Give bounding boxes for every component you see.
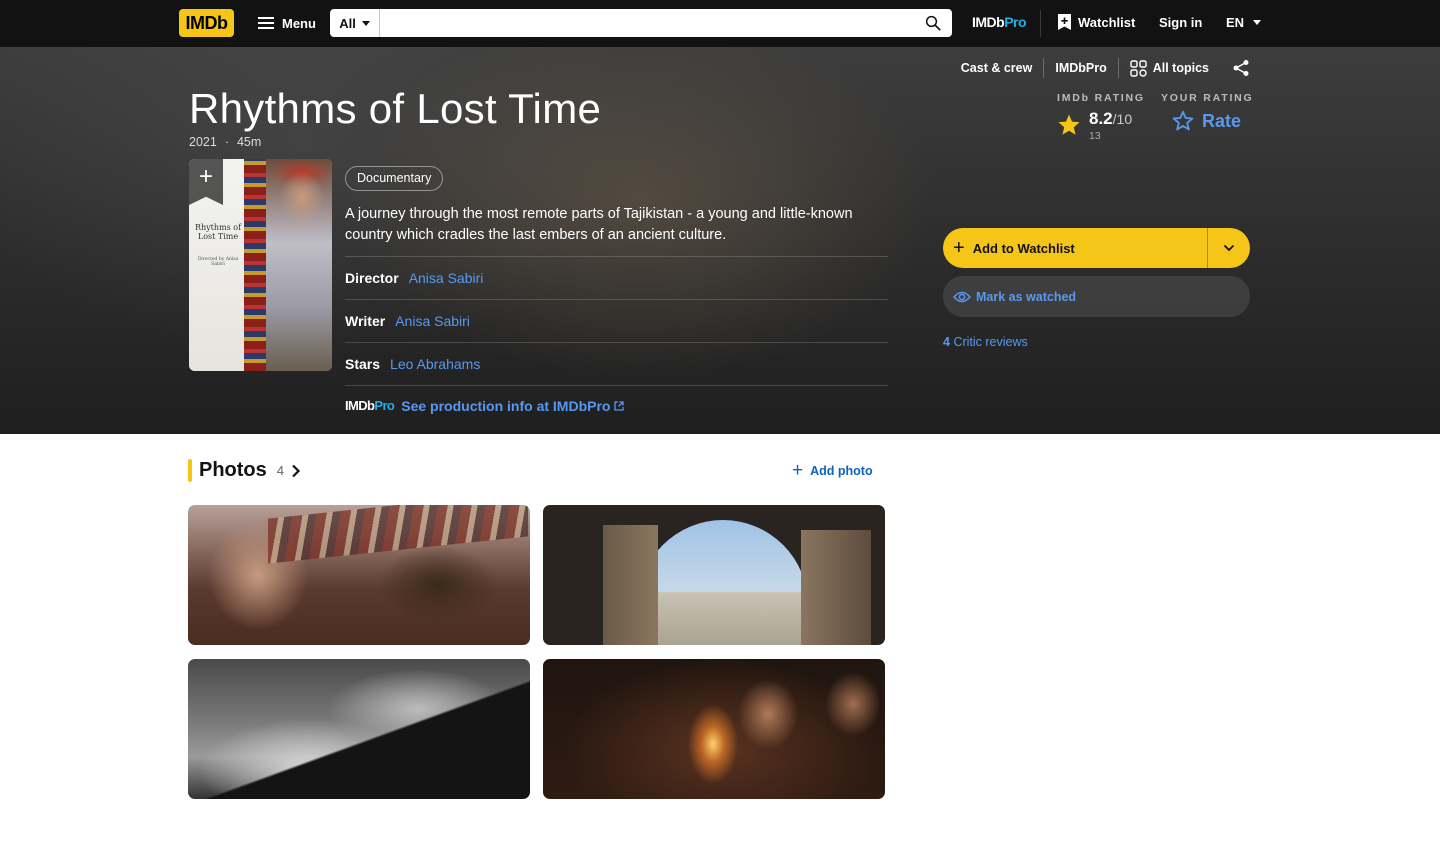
imdbpro-nav-a: IMDb: [972, 14, 1005, 30]
rate-label: Rate: [1202, 110, 1242, 131]
search-input[interactable]: [384, 11, 914, 35]
photos-title: Photos: [199, 459, 267, 481]
imdb-logo[interactable]: IMDb: [179, 9, 234, 37]
photo-thumbnail[interactable]: [543, 659, 885, 799]
external-link-icon: [614, 400, 625, 411]
add-to-watchlist-button[interactable]: + Add to Watchlist: [943, 228, 1208, 268]
sign-in-link[interactable]: Sign in: [1159, 15, 1202, 30]
photo-archway: [638, 520, 808, 645]
title-meta: 2021 · 45m: [189, 135, 261, 149]
caret-down-icon: [361, 20, 370, 26]
photos-count: 4: [276, 463, 285, 478]
title-hero: Cast & crew IMDbPro All topics Rhythms o…: [0, 47, 1440, 434]
caret-down-icon: [1253, 20, 1262, 25]
chevron-right-icon: [292, 464, 301, 477]
your-rating: YOUR RATING Rate: [1161, 92, 1254, 131]
add-photo-button[interactable]: + Add photo: [792, 460, 873, 481]
imdbpro-nav-b: Pro: [1004, 14, 1027, 30]
add-photo-label: Add photo: [810, 464, 873, 478]
imdbpro-link[interactable]: IMDbPro: [1044, 58, 1119, 78]
runtime: 45m: [236, 135, 262, 149]
photo-thumbnail[interactable]: [188, 659, 530, 799]
hamburger-icon: [258, 17, 274, 29]
imdbpro-logo: IMDbPro: [345, 398, 395, 413]
imdb-rating-label: IMDb RATING: [1057, 92, 1145, 104]
imdbpro-logo-a: IMDb: [345, 398, 375, 413]
all-topics-link[interactable]: All topics: [1119, 58, 1220, 78]
rating-scale: /10: [1112, 111, 1133, 127]
credit-row-writer: Writer Anisa Sabiri: [345, 299, 888, 342]
production-info-link[interactable]: See production info at IMDbPro: [401, 397, 625, 414]
star-outline-icon: [1172, 110, 1194, 131]
add-to-watchlist-label: Add to Watchlist: [972, 240, 1075, 256]
share-icon[interactable]: [1232, 59, 1250, 77]
top-nav: IMDb Menu All IMDbPro Watchlist Sign in …: [0, 0, 1440, 47]
grid-icon: [1130, 59, 1147, 77]
chevron-down-icon: [1223, 244, 1235, 252]
all-topics-label: All topics: [1152, 61, 1209, 75]
cast-crew-link[interactable]: Cast & crew: [950, 58, 1045, 78]
rating-count: 13: [1089, 130, 1101, 142]
credit-label: Stars: [345, 356, 381, 372]
photo-thumbnail[interactable]: [188, 505, 530, 645]
critic-label: Critic reviews: [953, 335, 1028, 349]
genre-chip[interactable]: Documentary: [345, 166, 444, 191]
release-year[interactable]: 2021: [189, 135, 217, 149]
writer-link[interactable]: Anisa Sabiri: [395, 313, 470, 329]
imdb-rating[interactable]: IMDb RATING 8.2/10 13: [1057, 92, 1145, 142]
bookmark-plus-icon: [1058, 14, 1071, 30]
watchlist-label: Watchlist: [1078, 14, 1136, 30]
section-accent-bar: [188, 459, 192, 482]
imdbpro-logo-b: Pro: [374, 398, 395, 413]
title-subnav: Cast & crew IMDbPro All topics: [950, 58, 1250, 78]
rating-value: 8.2: [1089, 109, 1113, 128]
star-icon: [1058, 114, 1080, 135]
poster-portrait: [266, 159, 332, 371]
photo-door: [603, 525, 658, 645]
search-category-select[interactable]: All: [330, 9, 380, 37]
credit-row-stars: Stars Leo Abrahams: [345, 342, 888, 385]
watchlist-options-button[interactable]: [1208, 228, 1250, 268]
add-to-watchlist-group: + Add to Watchlist: [943, 228, 1250, 268]
production-info-label: See production info at IMDbPro: [401, 397, 611, 414]
imdb-rating-score: 8.2/10 13: [1057, 109, 1132, 142]
search-bar: All: [330, 9, 952, 37]
principal-credits: Director Anisa Sabiri Writer Anisa Sabir…: [345, 256, 888, 425]
credit-label: Writer: [345, 313, 386, 329]
nav-divider: [1040, 10, 1041, 37]
poster-credit-text: Directed by Anisa Sabiri: [197, 257, 239, 267]
watchlist-button[interactable]: Watchlist: [1058, 14, 1135, 30]
menu-button[interactable]: Menu: [252, 10, 322, 36]
photo-door: [801, 530, 871, 645]
star-link[interactable]: Leo Abrahams: [390, 356, 480, 372]
director-link[interactable]: Anisa Sabiri: [409, 270, 484, 286]
credit-row-director: Director Anisa Sabiri: [345, 256, 888, 299]
critic-count: 4: [943, 335, 950, 349]
search-category-label: All: [339, 15, 356, 31]
eye-icon: [953, 291, 971, 302]
plot-summary: A journey through the most remote parts …: [345, 206, 853, 243]
your-rating-label: YOUR RATING: [1161, 92, 1254, 104]
mark-as-watched-label: Mark as watched: [976, 289, 1077, 304]
page-title: Rhythms of Lost Time: [189, 85, 602, 132]
photos-header[interactable]: Photos 4: [188, 459, 301, 482]
credit-label: Director: [345, 270, 399, 286]
poster-title-text: Rhythms of Lost Time: [194, 223, 242, 241]
poster-image[interactable]: Rhythms of Lost Time Directed by Anisa S…: [189, 159, 332, 371]
menu-label: Menu: [282, 15, 316, 31]
poster-embroidery: [244, 159, 266, 371]
plus-icon: +: [953, 237, 965, 259]
rate-button[interactable]: Rate: [1172, 110, 1241, 132]
production-info-row: IMDbPro See production info at IMDbPro: [345, 385, 888, 425]
language-select[interactable]: EN: [1226, 15, 1262, 30]
photo-thumbnail[interactable]: [543, 505, 885, 645]
mark-as-watched-button[interactable]: Mark as watched: [943, 276, 1250, 317]
imdbpro-nav-link[interactable]: IMDbPro: [972, 14, 1027, 30]
plus-icon: +: [792, 460, 804, 481]
language-label: EN: [1226, 15, 1245, 30]
critic-reviews-link[interactable]: 4 Critic reviews: [943, 335, 1028, 349]
meta-separator: ·: [224, 135, 229, 149]
search-icon[interactable]: [924, 14, 942, 32]
